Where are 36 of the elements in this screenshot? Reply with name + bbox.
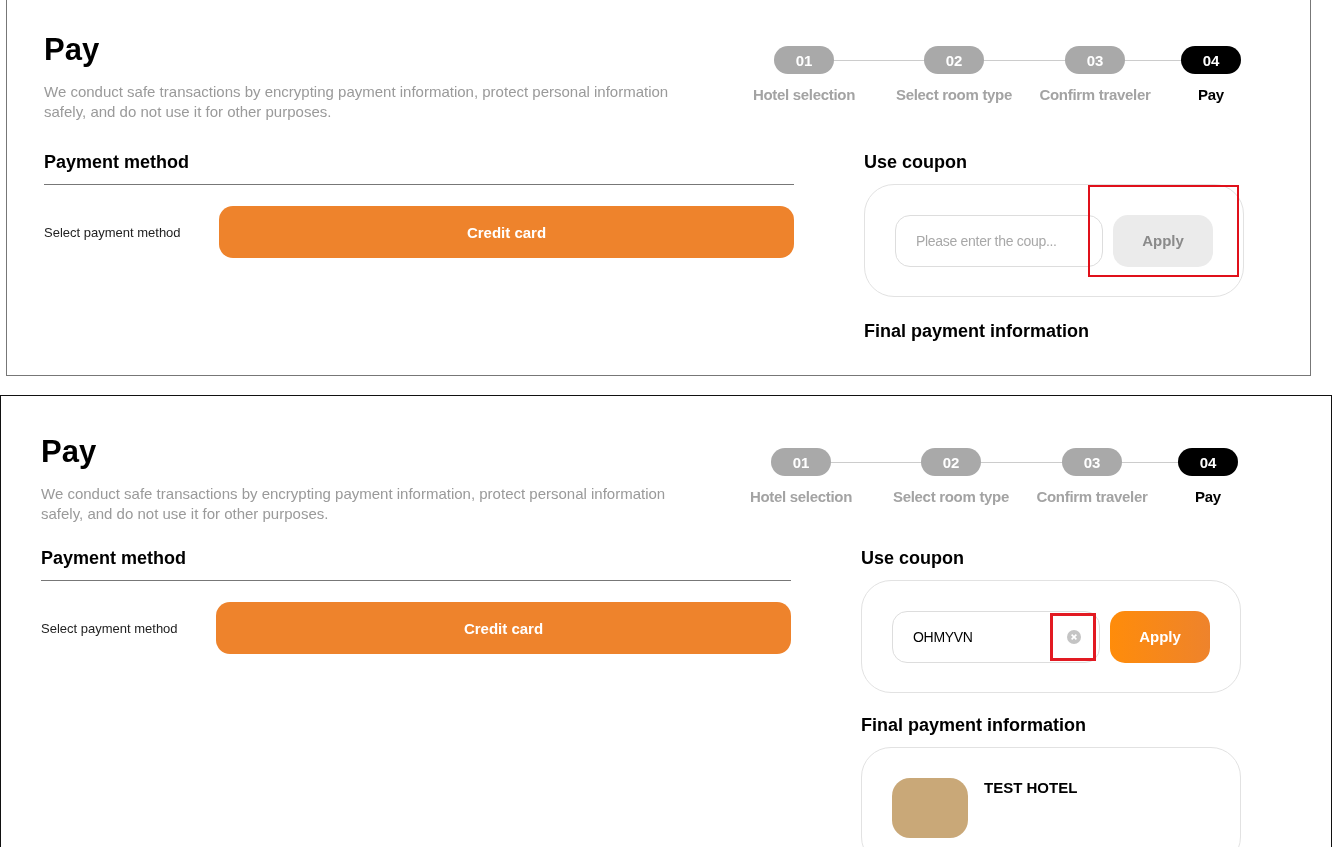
page-title: Pay (44, 31, 101, 69)
step-label: Hotel selection (752, 86, 856, 103)
step-label: Select room type (892, 488, 1010, 505)
step-label: Confirm traveler (1039, 86, 1151, 103)
step-number: 02 (921, 448, 981, 476)
step-number: 04 (1178, 448, 1238, 476)
step-number: 03 (1062, 448, 1122, 476)
apply-button[interactable]: Apply (1113, 214, 1213, 267)
payment-method-button[interactable]: Credit card (216, 602, 791, 654)
section-heading: Payment method (44, 151, 191, 174)
section-heading: Use coupon (861, 547, 965, 570)
coupon-input-field[interactable]: Please enter the coup... (895, 214, 1103, 267)
clear-icon[interactable] (1067, 629, 1081, 644)
field-label: Select payment method (44, 224, 182, 240)
step-number: 01 (771, 448, 831, 476)
page-description: We conduct safe transactions by encrypting payment information, protect personal information safely, and do not use it for other purposes. (41, 484, 667, 524)
step-label: Confirm traveler (1036, 488, 1148, 505)
section-heading: Final payment information (864, 320, 1091, 343)
step-label: Pay (1195, 488, 1221, 505)
payment-method-button[interactable]: Credit card (219, 206, 794, 258)
section-heading: Use coupon (864, 151, 968, 174)
step-number: 01 (774, 46, 834, 74)
step-number: 02 (924, 46, 984, 74)
step-label: Hotel selection (749, 488, 853, 505)
step-label: Select room type (895, 86, 1013, 103)
coupon-input-field[interactable]: OHMYVN (892, 610, 1100, 663)
step-number: 03 (1065, 46, 1125, 74)
page-description: We conduct safe transactions by encrypting payment information, protect personal information safely, and do not use it for other purposes. (44, 82, 670, 122)
apply-button[interactable]: Apply (1110, 610, 1210, 663)
section-heading: Payment method (41, 547, 188, 570)
field-label: Select payment method (41, 620, 179, 636)
hotel-name: TEST HOTEL (984, 779, 1078, 796)
page-title: Pay (41, 433, 98, 471)
step-number: 04 (1181, 46, 1241, 74)
step-label: Pay (1198, 86, 1224, 103)
section-heading: Final payment information (861, 714, 1088, 737)
